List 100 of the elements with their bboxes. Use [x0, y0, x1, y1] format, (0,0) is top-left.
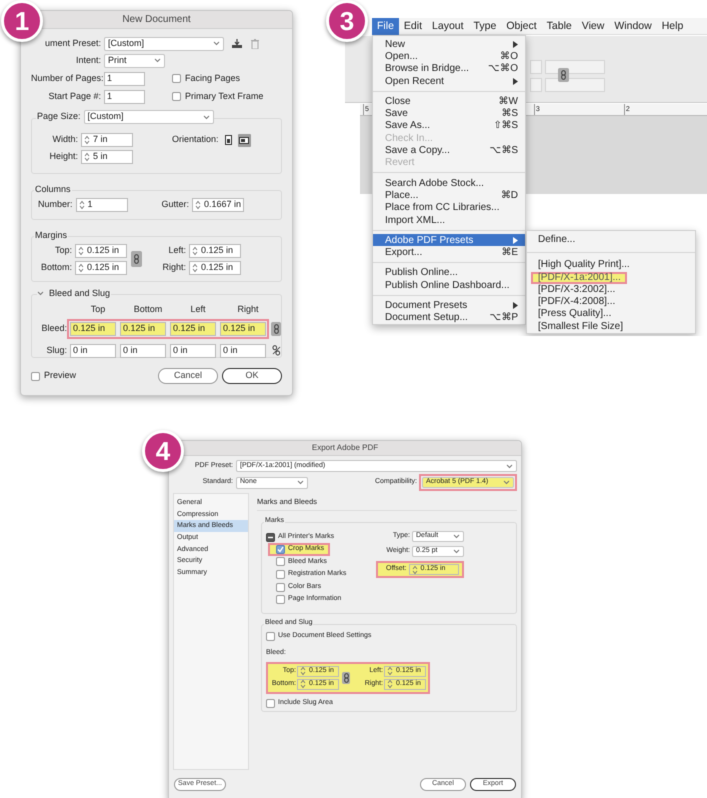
stepper-icon	[192, 246, 198, 256]
menu-bar-item[interactable]: Object	[501, 18, 542, 35]
menu-item[interactable]: Save a Copy... ⌥⌘S	[373, 144, 525, 157]
toolbar-field[interactable]	[530, 60, 542, 74]
number-field[interactable]: 5 in	[81, 150, 133, 164]
menu-item[interactable]: Save As... ⇧⌘S	[373, 120, 525, 132]
link-button[interactable]	[131, 251, 142, 267]
menu-bar-item[interactable]: Type	[468, 18, 502, 35]
checkbox[interactable]	[172, 92, 181, 101]
stepper-icon	[300, 666, 306, 676]
menu-bar-item[interactable]: View	[576, 18, 610, 35]
stepper-icon	[195, 200, 202, 210]
unlink-button[interactable]	[271, 344, 281, 358]
number-field[interactable]: 0.125 in	[120, 322, 166, 336]
menu-bar-item[interactable]: Layout	[427, 18, 469, 35]
menu-item[interactable]: Search Adobe Stock...	[373, 176, 525, 190]
number-field[interactable]: 0.125 in	[70, 322, 116, 336]
field-label: Number:	[38, 198, 73, 212]
number-field[interactable]: 0.1667 in	[192, 198, 244, 212]
menu-item[interactable]: Browse in Bridge... ⌥⌘O	[373, 62, 525, 75]
checkbox[interactable]	[31, 372, 40, 380]
stepper-icon	[78, 246, 84, 256]
number-field[interactable]: 0.125 in	[75, 244, 127, 258]
shortcut-label: ⌘E	[501, 246, 518, 260]
step-badge: 1	[1, 0, 43, 42]
checkbox[interactable]	[266, 698, 275, 708]
link-button[interactable]	[342, 672, 350, 684]
field-label: Width:	[51, 133, 78, 146]
orientation-button[interactable]	[238, 134, 251, 146]
toolbar-field[interactable]	[530, 78, 542, 92]
link-button[interactable]	[271, 322, 281, 336]
checkbox[interactable]	[276, 544, 285, 554]
shortcut-label: ⌘S	[501, 107, 518, 120]
menu-item[interactable]: [PDF/X-1a:2001]...	[531, 272, 627, 284]
field-label: Intent:	[74, 54, 101, 67]
menu-item[interactable]: Publish Online Dashboard...	[373, 279, 525, 292]
menu-item[interactable]: [PDF/X-4:2008]...	[531, 296, 622, 308]
number-field[interactable]: 1	[104, 90, 145, 104]
checkbox[interactable]	[266, 532, 275, 542]
menu-item[interactable]: Place... ⌘D	[373, 189, 525, 202]
dropdown[interactable]: [Custom]	[104, 36, 224, 50]
dialog-button[interactable]: Cancel	[158, 368, 218, 384]
menu-item[interactable]: [Smallest File Size]	[531, 320, 630, 334]
chevron-down-icon	[506, 464, 513, 468]
number-field[interactable]: 0 in	[170, 344, 216, 358]
dropdown[interactable]: [Custom]	[84, 110, 214, 124]
number-field[interactable]: 0 in	[120, 344, 166, 358]
menu-item[interactable]: [Press Quality]...	[531, 308, 618, 321]
menu-item[interactable]: Open... ⌘O	[373, 50, 525, 63]
menu-bar-item[interactable]: File	[372, 18, 399, 35]
number-field[interactable]: 0.125 in	[170, 322, 216, 336]
dropdown[interactable]: Print	[104, 54, 165, 68]
checkbox[interactable]	[276, 557, 285, 566]
menu-bar-item[interactable]: Help	[656, 18, 688, 35]
number-field[interactable]: 1	[76, 198, 128, 212]
checkbox[interactable]	[266, 632, 275, 641]
shortcut-label: ⌥⌘O	[488, 62, 518, 76]
chevron-down-icon	[213, 41, 220, 46]
menu-item[interactable]: Define...	[531, 234, 582, 246]
number-field[interactable]: 7 in	[81, 133, 133, 147]
menu-item[interactable]: [High Quality Print]...	[531, 259, 636, 272]
menu-item[interactable]: Close ⌘W	[373, 95, 525, 108]
menu-bar-item[interactable]: Window	[609, 18, 657, 35]
checkbox[interactable]	[276, 582, 285, 592]
number-field[interactable]: 0.125 in	[220, 322, 266, 336]
menu-item[interactable]: Open Recent	[373, 74, 525, 88]
toolbar-field[interactable]	[545, 78, 605, 92]
menu-item[interactable]: Adobe PDF Presets	[373, 234, 525, 246]
group-title: Bleed and Slug	[44, 287, 112, 300]
toolbar-field[interactable]	[545, 60, 605, 74]
menu-item[interactable]: Place from CC Libraries...	[373, 202, 525, 214]
menu-item[interactable]: Document Setup... ⌥⌘P	[373, 312, 525, 324]
menu-item[interactable]: Publish Online...	[373, 266, 525, 280]
chevron-down-icon	[297, 480, 304, 485]
stepper-icon	[387, 666, 393, 676]
shortcut-label: ⌘W	[498, 94, 518, 108]
number-field[interactable]: 0 in	[220, 344, 266, 358]
checkbox[interactable]	[172, 74, 181, 83]
checkbox[interactable]	[276, 570, 285, 579]
chain-icon	[274, 324, 278, 334]
dialog-button[interactable]: OK	[222, 368, 282, 384]
number-field[interactable]: 0.125 in	[189, 244, 241, 258]
number-field[interactable]: 0.125 in	[189, 260, 241, 274]
field-label: Bottom:	[40, 260, 72, 274]
menu-bar-item[interactable]: Table	[542, 18, 577, 35]
number-field[interactable]: 0 in	[70, 344, 116, 358]
checkbox[interactable]	[276, 595, 285, 604]
menu-item[interactable]: Save ⌘S	[373, 107, 525, 120]
menu-item[interactable]: [PDF/X-3:2002]...	[531, 284, 622, 296]
menu-item[interactable]: Import XML...	[373, 214, 525, 226]
number-field[interactable]: 1	[104, 72, 145, 86]
menu-item[interactable]: Export... ⌘E	[373, 246, 525, 259]
group-title: Margins	[34, 229, 68, 242]
stepper-icon	[412, 564, 418, 574]
link-button[interactable]	[558, 68, 569, 82]
menu-item[interactable]: Document Presets	[373, 299, 525, 312]
menu-item[interactable]: New	[373, 38, 525, 50]
field-label: Slug:	[45, 344, 67, 357]
menu-bar-item[interactable]: Edit	[398, 18, 428, 35]
number-field[interactable]: 0.125 in	[75, 260, 127, 274]
